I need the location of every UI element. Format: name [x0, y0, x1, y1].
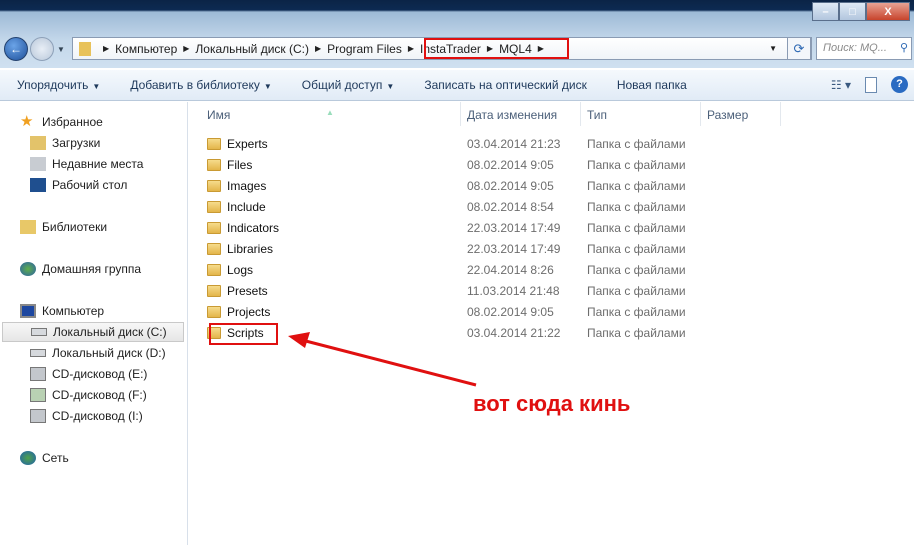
annotation-arrow	[288, 332, 477, 387]
annotation-text: вот сюда кинь	[473, 391, 631, 416]
